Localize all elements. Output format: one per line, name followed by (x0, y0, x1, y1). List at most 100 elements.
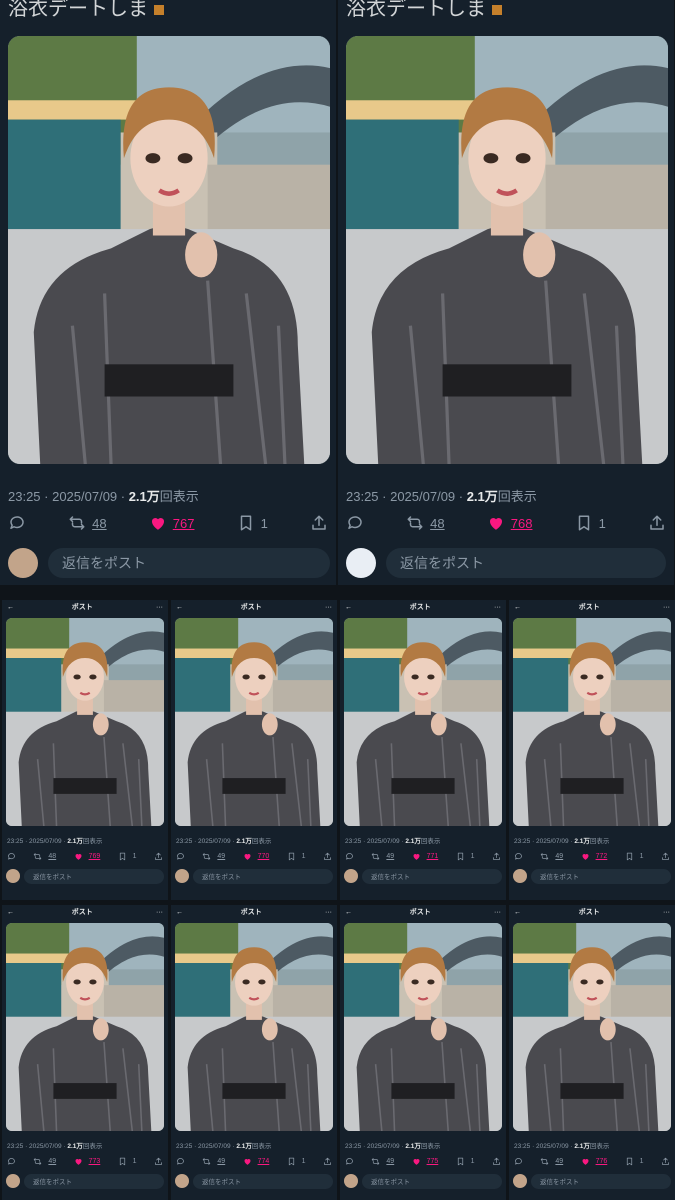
reply-input[interactable]: 返信をポスト (362, 1173, 502, 1189)
avatar[interactable] (344, 1174, 358, 1188)
share-button[interactable] (492, 852, 501, 861)
reply-input[interactable]: 返信をポスト (24, 868, 164, 884)
back-arrow-icon[interactable]: ← (176, 604, 183, 611)
retweet-button[interactable]: 48 (33, 852, 56, 861)
more-icon[interactable]: ··· (325, 604, 332, 611)
post-photo[interactable] (175, 923, 333, 1131)
avatar[interactable] (8, 548, 38, 578)
post-photo[interactable] (513, 618, 671, 826)
back-arrow-icon[interactable]: ← (345, 604, 352, 611)
share-button[interactable] (661, 852, 670, 861)
reply-button[interactable] (176, 1157, 185, 1166)
retweet-button[interactable]: 48 (406, 514, 445, 532)
back-arrow-icon[interactable]: ← (514, 604, 521, 611)
bookmark-button[interactable]: 1 (625, 852, 644, 861)
avatar[interactable] (344, 869, 358, 883)
share-button[interactable] (661, 1157, 670, 1166)
retweet-button[interactable]: 49 (202, 852, 225, 861)
avatar[interactable] (175, 1174, 189, 1188)
back-arrow-icon[interactable]: ← (514, 909, 521, 916)
more-icon[interactable]: ··· (156, 909, 163, 916)
reply-input[interactable]: 返信をポスト (531, 1173, 671, 1189)
bookmark-button[interactable]: 1 (625, 1157, 644, 1166)
share-button[interactable] (323, 852, 332, 861)
share-button[interactable] (648, 514, 666, 532)
like-button[interactable]: 775 (412, 1157, 438, 1166)
bookmark-button[interactable]: 1 (118, 1157, 137, 1166)
post-photo[interactable] (344, 923, 502, 1131)
bookmark-button[interactable]: 1 (118, 852, 137, 861)
share-button[interactable] (154, 1157, 163, 1166)
bookmark-button[interactable]: 1 (237, 514, 268, 532)
like-button[interactable]: 768 (487, 514, 532, 532)
like-button[interactable]: 771 (412, 852, 438, 861)
retweet-count: 49 (386, 1157, 395, 1165)
post-photo[interactable] (6, 618, 164, 826)
post-photo[interactable] (175, 618, 333, 826)
reply-input[interactable]: 返信をポスト (531, 868, 671, 884)
share-button[interactable] (310, 514, 328, 532)
retweet-button[interactable]: 49 (540, 852, 563, 861)
retweet-count: 49 (386, 852, 395, 860)
post-photo[interactable] (8, 36, 330, 464)
reply-button[interactable] (7, 852, 16, 861)
avatar[interactable] (513, 1174, 527, 1188)
avatar[interactable] (6, 1174, 20, 1188)
reply-button[interactable] (7, 1157, 16, 1166)
post-photo[interactable] (6, 923, 164, 1131)
more-icon[interactable]: ··· (494, 604, 501, 611)
share-button[interactable] (492, 1157, 501, 1166)
retweet-button[interactable]: 49 (540, 1157, 563, 1166)
post-photo[interactable] (346, 36, 668, 464)
reply-button[interactable] (345, 1157, 354, 1166)
like-button[interactable]: 776 (581, 1157, 607, 1166)
avatar[interactable] (346, 548, 376, 578)
post-photo[interactable] (344, 618, 502, 826)
like-button[interactable]: 772 (581, 852, 607, 861)
like-button[interactable]: 773 (74, 1157, 100, 1166)
retweet-button[interactable]: 48 (68, 514, 107, 532)
share-button[interactable] (154, 852, 163, 861)
back-arrow-icon[interactable]: ← (7, 604, 14, 611)
retweet-button[interactable]: 49 (202, 1157, 225, 1166)
bookmark-button[interactable]: 1 (456, 1157, 475, 1166)
like-button[interactable]: 774 (243, 1157, 269, 1166)
reply-button[interactable] (514, 1157, 523, 1166)
share-button[interactable] (323, 1157, 332, 1166)
more-icon[interactable]: ··· (663, 909, 670, 916)
back-arrow-icon[interactable]: ← (176, 909, 183, 916)
like-button[interactable]: 767 (149, 514, 194, 532)
bookmark-button[interactable]: 1 (575, 514, 606, 532)
back-arrow-icon[interactable]: ← (7, 909, 14, 916)
bookmark-button[interactable]: 1 (287, 852, 306, 861)
like-button[interactable]: 769 (74, 852, 100, 861)
reply-button[interactable] (346, 514, 364, 532)
reply-input[interactable]: 返信をポスト (48, 548, 330, 578)
post-photo[interactable] (513, 923, 671, 1131)
reply-button[interactable] (176, 852, 185, 861)
post-text-fragment: 浴衣デートしま (8, 0, 164, 21)
bookmark-button[interactable]: 1 (287, 1157, 306, 1166)
retweet-button[interactable]: 49 (371, 852, 394, 861)
back-arrow-icon[interactable]: ← (345, 909, 352, 916)
more-icon[interactable]: ··· (663, 604, 670, 611)
reply-input[interactable]: 返信をポスト (193, 868, 333, 884)
like-button[interactable]: 770 (243, 852, 269, 861)
reply-input[interactable]: 返信をポスト (362, 868, 502, 884)
reply-input[interactable]: 返信をポスト (24, 1173, 164, 1189)
bookmark-button[interactable]: 1 (456, 852, 475, 861)
reply-input[interactable]: 返信をポスト (386, 548, 666, 578)
reply-button[interactable] (8, 514, 26, 532)
avatar[interactable] (513, 869, 527, 883)
reply-button[interactable] (514, 852, 523, 861)
retweet-button[interactable]: 49 (33, 1157, 56, 1166)
avatar[interactable] (6, 869, 20, 883)
reply-button[interactable] (345, 852, 354, 861)
more-icon[interactable]: ··· (156, 604, 163, 611)
more-icon[interactable]: ··· (494, 909, 501, 916)
retweet-button[interactable]: 49 (371, 1157, 394, 1166)
reply-input[interactable]: 返信をポスト (193, 1173, 333, 1189)
avatar[interactable] (175, 869, 189, 883)
more-icon[interactable]: ··· (325, 909, 332, 916)
post-text-fragment: 浴衣デートしま (346, 0, 502, 21)
